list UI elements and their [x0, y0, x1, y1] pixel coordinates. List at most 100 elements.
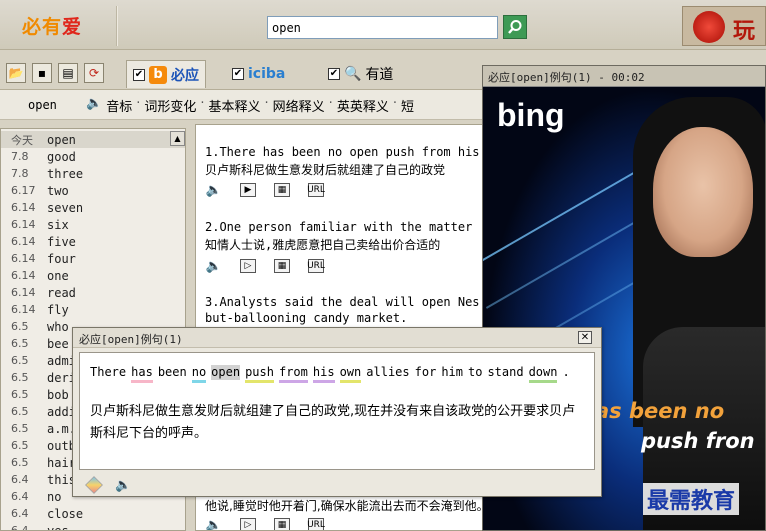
document-icon: ▤ — [62, 66, 74, 80]
list-item-date: 6.14 — [11, 218, 36, 231]
list-item-date: 6.4 — [11, 473, 29, 486]
list-item-date: 6.14 — [11, 252, 36, 265]
list-item-word: six — [47, 217, 69, 232]
list-item[interactable]: 7.8 three — [1, 165, 185, 182]
nav-basic[interactable]: 基本释义 — [209, 96, 261, 115]
tab-label: 有道 — [365, 67, 394, 83]
nav-phonetic[interactable]: 音标 — [106, 96, 132, 115]
watermark: 最需教育 — [643, 483, 740, 515]
nav-short[interactable]: 短 — [401, 96, 414, 115]
tab-iciba[interactable]: ✔ iciba — [226, 60, 291, 88]
top-bar: 必有爱 玩 — [0, 0, 766, 50]
grid-icon[interactable]: ▦ — [274, 518, 290, 530]
sentence-word[interactable]: been — [158, 365, 187, 380]
list-item-date: 6.5 — [11, 320, 29, 333]
play-icon[interactable]: ▶ — [240, 183, 256, 197]
list-item[interactable]: 6.17 two — [1, 182, 185, 199]
translate-icon[interactable] — [85, 476, 103, 494]
list-item-date: 6.14 — [11, 286, 36, 299]
video-caption-line-1: as been no — [595, 399, 725, 423]
video-caption-line-2: push fron — [641, 429, 755, 453]
refresh-button[interactable]: ⟳ — [84, 63, 104, 83]
nav-inflection[interactable]: 词形变化 — [144, 96, 196, 115]
list-item-date: 6.5 — [11, 337, 29, 350]
list-item-word: three — [47, 166, 84, 181]
grid-icon[interactable]: ▦ — [274, 259, 290, 273]
list-item[interactable]: 6.14 seven — [1, 199, 185, 216]
url-icon[interactable]: URL — [307, 259, 325, 273]
list-item-date: 6.14 — [11, 303, 36, 316]
app-logo: 必有爱 — [22, 16, 83, 38]
list-item[interactable]: 6.4 yes — [1, 522, 185, 531]
sentence-word[interactable]: no — [191, 365, 207, 383]
list-item-word: who — [47, 319, 69, 334]
list-item[interactable]: 6.14 six — [1, 216, 185, 233]
close-button[interactable]: ✕ — [578, 331, 592, 344]
example-1-actions: 🔈 ▶ ▦ URL — [206, 183, 325, 198]
sentence-word[interactable]: his — [312, 365, 335, 383]
grid-icon[interactable]: ▦ — [274, 183, 290, 197]
list-item-date: 6.17 — [11, 184, 36, 197]
list-item[interactable]: 7.8 good — [1, 148, 185, 165]
nav-web[interactable]: 网络释义 — [273, 96, 325, 115]
save-button[interactable]: ▪ — [32, 63, 52, 83]
speaker-icon[interactable]: 🔈 — [206, 518, 222, 531]
url-icon[interactable]: URL — [307, 183, 325, 197]
sentence-word[interactable]: stand — [487, 365, 523, 380]
folder-icon: 📂 — [8, 66, 24, 80]
list-item-word: bob — [47, 387, 69, 402]
sentence-word[interactable]: from — [278, 365, 308, 383]
tab-label: 必应 — [171, 67, 199, 84]
sentence-word[interactable]: open — [211, 365, 241, 380]
list-item-word: good — [47, 149, 76, 164]
popup-title: 必应[open]例句(1) — [73, 328, 601, 348]
sentence-word[interactable]: . — [562, 365, 569, 380]
tab-checkbox[interactable]: ✔ — [328, 68, 340, 80]
list-item-word: two — [47, 183, 69, 198]
list-item[interactable]: 6.14 one — [1, 267, 185, 284]
speaker-icon[interactable]: 🔈 — [206, 259, 222, 274]
sentence-word[interactable]: allies — [366, 365, 409, 380]
sentence-word[interactable]: him — [441, 365, 463, 380]
list-item[interactable]: 今天 open — [1, 131, 185, 148]
tab-checkbox[interactable]: ✔ — [232, 68, 244, 80]
list-item[interactable]: 6.14 fly — [1, 301, 185, 318]
url-icon[interactable]: URL — [307, 518, 325, 530]
popup-chinese-sentence: 贝卢斯科尼做生意发财后就组建了自己的政党,现在并没有来自该政党的公开要求贝卢斯科… — [90, 404, 576, 441]
current-word: open — [28, 98, 57, 112]
sentence-word[interactable]: for — [415, 365, 437, 380]
list-item[interactable]: 6.14 read — [1, 284, 185, 301]
list-item-word: bee — [47, 336, 69, 351]
list-item-date: 6.5 — [11, 354, 29, 367]
sentence-word[interactable]: down — [528, 365, 558, 383]
tab-checkbox[interactable]: ✔ — [133, 68, 145, 81]
document-button[interactable]: ▤ — [58, 63, 78, 83]
example-4: 他说,睡觉时他开着门,确保水能流出去而不会淹到他。 — [205, 499, 485, 513]
speaker-icon[interactable]: 🔈 — [206, 183, 222, 198]
search-input[interactable] — [267, 16, 498, 39]
sentence-word[interactable]: push — [245, 365, 274, 383]
sentence-word[interactable]: own — [339, 365, 362, 383]
tab-youdao[interactable]: ✔ 🔍 有道 — [322, 60, 399, 88]
tab-bing[interactable]: ✔ b 必应 — [126, 60, 206, 88]
list-item[interactable]: 6.14 four — [1, 250, 185, 267]
speaker-icon[interactable]: 🔈 — [115, 478, 131, 493]
sentence-word[interactable]: to — [468, 365, 482, 380]
list-item-word: five — [47, 234, 76, 249]
list-item[interactable]: 6.14 five — [1, 233, 185, 250]
sentence-word[interactable]: There — [90, 365, 126, 380]
search-button[interactable] — [503, 15, 527, 39]
nav-en-en[interactable]: 英英释义 — [337, 96, 389, 115]
example-3: 3.Analysts said the deal will open Nes b… — [205, 295, 480, 325]
list-item-date: 6.5 — [11, 388, 29, 401]
list-item[interactable]: 6.4 close — [1, 505, 185, 522]
open-folder-button[interactable]: 📂 — [6, 63, 26, 83]
scroll-up-button[interactable]: ▲ — [170, 131, 185, 146]
search-icon — [508, 20, 522, 34]
sentence-word[interactable]: has — [131, 365, 153, 383]
ad-banner[interactable]: 玩 — [682, 6, 766, 46]
play-icon[interactable]: ▷ — [240, 259, 256, 273]
play-icon[interactable]: ▷ — [240, 518, 256, 530]
list-item-word: yes — [47, 523, 69, 531]
speaker-icon[interactable]: 🔈 — [86, 96, 102, 115]
